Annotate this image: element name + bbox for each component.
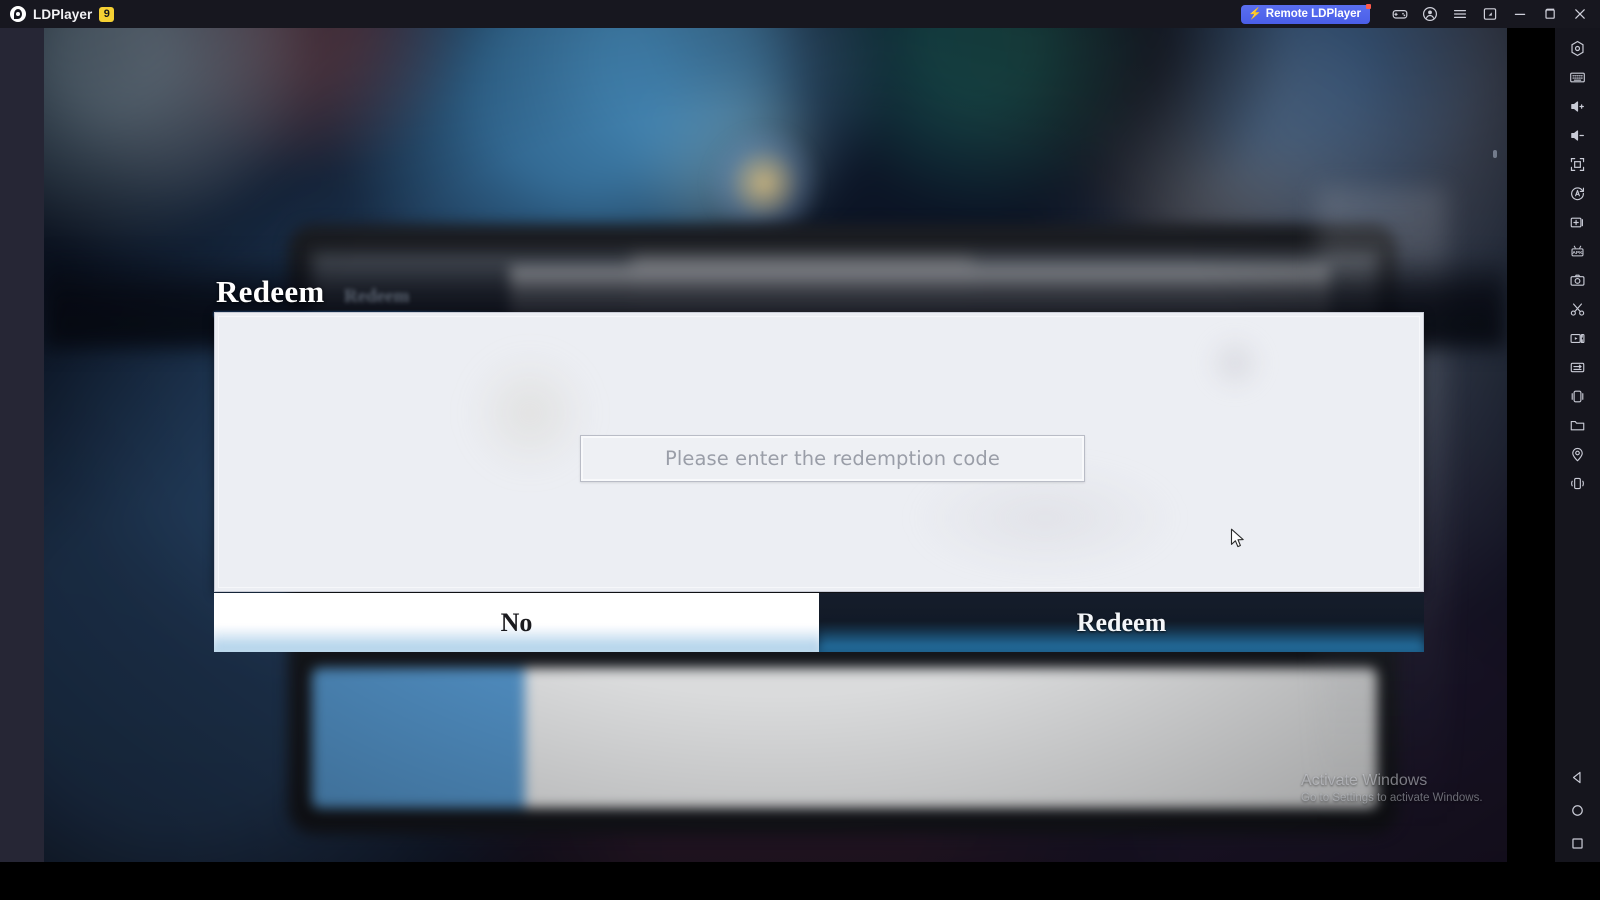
titlebar-actions: ⚡ Remote LDPlayer <box>1241 0 1600 28</box>
redeem-dialog: Please enter the redemption code No Rede… <box>214 312 1424 652</box>
shared-folder-icon[interactable] <box>1561 411 1595 440</box>
remote-ldplayer-button[interactable]: ⚡ Remote LDPlayer <box>1241 3 1371 24</box>
close-icon[interactable] <box>1566 0 1594 28</box>
emulator-sidebar: APK <box>1555 28 1600 862</box>
install-apk-icon[interactable]: APK <box>1561 237 1595 266</box>
minimize-icon[interactable] <box>1506 0 1534 28</box>
auto-rotate-icon[interactable] <box>1561 179 1595 208</box>
android-home-icon[interactable] <box>1561 796 1595 825</box>
page-title: Redeem <box>216 274 325 309</box>
dialog-body: Please enter the redemption code <box>214 312 1424 592</box>
maximize-icon[interactable] <box>1536 0 1564 28</box>
add-instance-icon[interactable] <box>1561 208 1595 237</box>
ldplayer-logo-icon <box>10 6 26 22</box>
watermark-title: Activate Windows <box>1301 772 1428 789</box>
redeem-button-label: Redeem <box>1076 607 1167 637</box>
operation-recorder-icon[interactable] <box>1561 353 1595 382</box>
keyboard-icon[interactable] <box>1561 63 1595 92</box>
android-recents-icon[interactable] <box>1561 829 1595 858</box>
location-icon[interactable] <box>1561 440 1595 469</box>
background-panel-row <box>312 668 1377 808</box>
menu-icon[interactable] <box>1446 0 1474 28</box>
multi-instance-icon[interactable] <box>1476 0 1504 28</box>
cancel-button[interactable]: No <box>214 593 819 652</box>
title-bar: LDPlayer 9 ⚡ Remote LDPlayer <box>0 0 1600 28</box>
bottom-bar <box>0 862 1600 900</box>
account-icon[interactable] <box>1416 0 1444 28</box>
app-brand: LDPlayer 9 <box>0 6 115 22</box>
redemption-code-input[interactable]: Please enter the redemption code <box>580 435 1085 482</box>
volume-up-icon[interactable] <box>1561 92 1595 121</box>
watermark-subtitle: Go to Settings to activate Windows. <box>1301 792 1483 804</box>
notification-dot <box>1366 3 1371 9</box>
scissors-icon[interactable] <box>1561 295 1595 324</box>
background-glow <box>704 128 824 238</box>
shake-icon[interactable] <box>1561 469 1595 498</box>
dialog-texture-c <box>1205 333 1265 393</box>
multi-window-icon[interactable] <box>1561 382 1595 411</box>
emulator-screen: Redeem Redeem Please enter the redemptio… <box>44 28 1507 862</box>
version-badge: 9 <box>99 6 115 22</box>
bolt-icon: ⚡ <box>1248 7 1262 20</box>
settings-icon[interactable] <box>1561 34 1595 63</box>
ldplayer-window: LDPlayer 9 ⚡ Remote LDPlayer Redeem Rede… <box>0 0 1600 900</box>
volume-down-icon[interactable] <box>1561 121 1595 150</box>
remote-ldplayer-label: Remote LDPlayer <box>1265 8 1361 20</box>
scroll-indicator[interactable] <box>1493 150 1497 158</box>
redeem-title-shadow: Redeem <box>344 286 410 307</box>
cancel-button-label: No <box>500 607 533 637</box>
redeem-button[interactable]: Redeem <box>819 593 1424 652</box>
activate-windows-watermark: Activate Windows Go to Settings to activ… <box>1301 771 1483 806</box>
record-video-icon[interactable] <box>1561 324 1595 353</box>
svg-text:APK: APK <box>1572 250 1583 256</box>
screenshot-icon[interactable] <box>1561 266 1595 295</box>
redemption-code-placeholder: Please enter the redemption code <box>664 447 1000 470</box>
android-back-icon[interactable] <box>1561 763 1595 792</box>
dialog-button-row: No Redeem <box>214 593 1424 652</box>
left-strip <box>0 28 44 862</box>
gamepad-icon[interactable] <box>1386 0 1414 28</box>
dialog-texture-a <box>465 353 595 473</box>
app-title: LDPlayer <box>33 6 93 22</box>
fullscreen-icon[interactable] <box>1561 150 1595 179</box>
